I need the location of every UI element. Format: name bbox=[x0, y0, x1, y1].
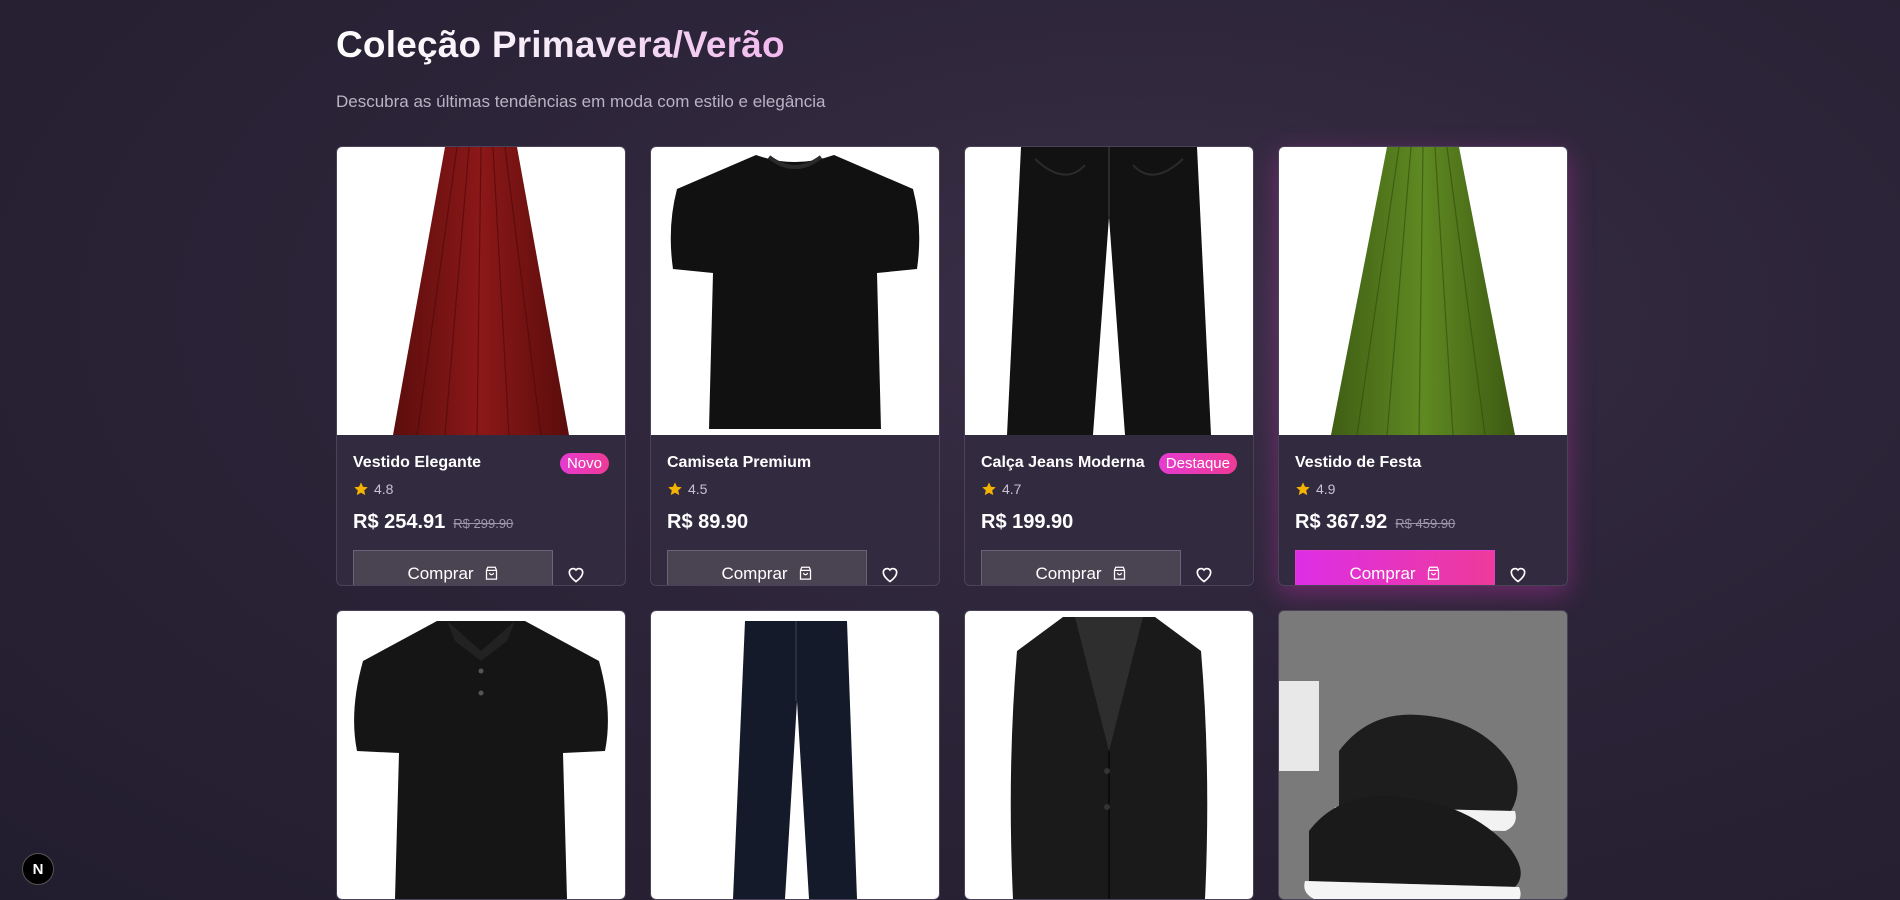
black-sneakers-image bbox=[1279, 611, 1567, 899]
product-card[interactable] bbox=[1278, 610, 1568, 900]
star-icon bbox=[354, 482, 368, 496]
rating: 4.7 bbox=[981, 481, 1237, 497]
product-grid: Vestido Elegante Novo 4.8 R$ 254.91 R$ 2… bbox=[336, 146, 1568, 900]
buy-button[interactable]: Comprar bbox=[667, 550, 867, 585]
product-image[interactable] bbox=[1279, 611, 1567, 899]
favorite-button[interactable] bbox=[875, 559, 905, 586]
black-jeans-image bbox=[1007, 147, 1211, 435]
price: R$ 367.92 bbox=[1295, 511, 1388, 533]
new-badge: Novo bbox=[559, 452, 609, 474]
product-image[interactable] bbox=[651, 611, 939, 899]
product-name[interactable]: Vestido de Festa bbox=[1295, 454, 1421, 472]
rating: 4.9 bbox=[1295, 481, 1551, 497]
buy-button[interactable]: Comprar bbox=[1295, 550, 1495, 585]
rating-value: 4.7 bbox=[1002, 481, 1022, 497]
buy-button[interactable]: Comprar bbox=[981, 550, 1181, 585]
black-tshirt-image bbox=[670, 155, 920, 429]
product-card[interactable]: Vestido de Festa 4.9 R$ 367.92 R$ 459.90… bbox=[1278, 146, 1568, 586]
heart-icon bbox=[1510, 567, 1526, 582]
product-image[interactable] bbox=[965, 147, 1253, 435]
shopping-bag-icon bbox=[485, 566, 497, 580]
buy-button-label: Comprar bbox=[1035, 563, 1102, 583]
product-name[interactable]: Calça Jeans Moderna bbox=[981, 454, 1145, 472]
rating: 4.8 bbox=[353, 481, 609, 497]
product-card[interactable] bbox=[650, 610, 940, 900]
shopping-bag-icon bbox=[1427, 566, 1439, 580]
product-image[interactable] bbox=[1279, 147, 1567, 435]
price: R$ 199.90 bbox=[981, 511, 1074, 533]
product-image[interactable] bbox=[651, 147, 939, 435]
green-skirt-image bbox=[1331, 147, 1515, 435]
black-blazer-image bbox=[1010, 617, 1208, 899]
favorite-button[interactable] bbox=[1189, 559, 1219, 586]
price: R$ 89.90 bbox=[667, 511, 749, 533]
heart-icon bbox=[1196, 567, 1212, 582]
old-price: R$ 299.90 bbox=[453, 516, 514, 531]
page-subtitle: Descubra as últimas tendências em moda c… bbox=[336, 92, 826, 111]
featured-badge: Destaque bbox=[1158, 452, 1237, 474]
price: R$ 254.91 bbox=[353, 511, 446, 533]
favorite-button[interactable] bbox=[1503, 559, 1533, 586]
shopping-bag-icon bbox=[1113, 566, 1125, 580]
star-icon bbox=[668, 482, 682, 496]
rating-value: 4.5 bbox=[688, 481, 708, 497]
product-card[interactable] bbox=[964, 610, 1254, 900]
product-card[interactable]: Calça Jeans Moderna Destaque 4.7 R$ 199.… bbox=[964, 146, 1254, 586]
product-name[interactable]: Camiseta Premium bbox=[667, 454, 811, 472]
shopping-bag-icon bbox=[799, 566, 811, 580]
old-price: R$ 459.90 bbox=[1395, 516, 1456, 531]
star-icon bbox=[1296, 482, 1310, 496]
product-card[interactable]: Vestido Elegante Novo 4.8 R$ 254.91 R$ 2… bbox=[336, 146, 626, 586]
black-polo-image bbox=[354, 621, 608, 899]
page-title: Coleção Primavera/Verão bbox=[336, 24, 785, 65]
buy-button[interactable]: Comprar bbox=[353, 550, 553, 585]
buy-button-label: Comprar bbox=[1349, 563, 1416, 583]
favorite-button[interactable] bbox=[561, 559, 591, 586]
product-name[interactable]: Vestido Elegante bbox=[353, 454, 481, 472]
buy-button-label: Comprar bbox=[407, 563, 474, 583]
product-image[interactable] bbox=[965, 611, 1253, 899]
product-card[interactable]: Camiseta Premium 4.5 R$ 89.90 Comprar bbox=[650, 146, 940, 586]
product-image[interactable] bbox=[337, 611, 625, 899]
rating: 4.5 bbox=[667, 481, 923, 497]
navy-trousers-image bbox=[733, 621, 857, 899]
heart-icon bbox=[568, 567, 584, 582]
product-image[interactable] bbox=[337, 147, 625, 435]
rating-value: 4.9 bbox=[1316, 481, 1336, 497]
rating-value: 4.8 bbox=[374, 481, 394, 497]
product-card[interactable] bbox=[336, 610, 626, 900]
buy-button-label: Comprar bbox=[721, 563, 788, 583]
dev-indicator-button[interactable]: N bbox=[22, 853, 54, 885]
red-skirt-image bbox=[393, 147, 569, 435]
heart-icon bbox=[882, 567, 898, 582]
star-icon bbox=[982, 482, 996, 496]
